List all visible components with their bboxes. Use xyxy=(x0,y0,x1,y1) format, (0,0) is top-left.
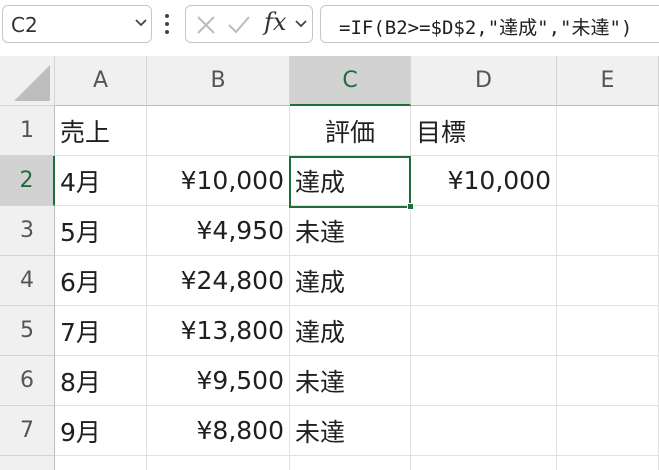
cell-b1[interactable] xyxy=(147,106,290,156)
fill-handle[interactable] xyxy=(407,203,414,210)
cell-e4[interactable] xyxy=(557,256,659,306)
row-header-2[interactable]: 2 xyxy=(0,156,55,206)
cell-a4[interactable]: 6月 xyxy=(55,256,147,306)
cell-a6[interactable]: 8月 xyxy=(55,356,147,406)
cell-e2[interactable] xyxy=(557,156,659,206)
name-box[interactable]: C2 xyxy=(2,5,152,43)
cell-a2[interactable]: 4月 xyxy=(55,156,147,206)
row-header-1[interactable]: 1 xyxy=(0,106,55,156)
column-header-e[interactable]: E xyxy=(557,56,659,106)
cell-c4[interactable]: 達成 xyxy=(290,256,411,306)
cell-d6[interactable] xyxy=(411,356,557,406)
cell-b3[interactable]: ¥4,950 xyxy=(147,206,290,256)
cell-e5[interactable] xyxy=(557,306,659,356)
enter-check-icon[interactable] xyxy=(227,15,251,35)
column-header-b[interactable]: B xyxy=(147,56,290,106)
row-header-5[interactable]: 5 xyxy=(0,306,55,356)
cell-d8[interactable] xyxy=(411,456,557,470)
cell-b8[interactable] xyxy=(147,456,290,470)
cell-d3[interactable] xyxy=(411,206,557,256)
cell-d7[interactable] xyxy=(411,406,557,456)
insert-function-icon[interactable]: fx xyxy=(264,8,286,36)
name-box-value: C2 xyxy=(11,13,38,37)
column-header-d[interactable]: D xyxy=(411,56,557,106)
cell-a7[interactable]: 9月 xyxy=(55,406,147,456)
formula-bar-area: C2 fx =IF(B2>=$D$2,"達成","未達") xyxy=(0,0,659,52)
row-header-7[interactable]: 7 xyxy=(0,406,55,456)
row-header-8[interactable] xyxy=(0,456,55,470)
spreadsheet-grid: A B C D E 1 2 3 4 5 6 7 売上 評価 目標 4月 ¥10,… xyxy=(0,56,659,470)
formula-text: =IF(B2>=$D$2,"達成","未達") xyxy=(339,17,633,39)
cell-e7[interactable] xyxy=(557,406,659,456)
cell-b2[interactable]: ¥10,000 xyxy=(147,156,290,206)
cell-c5[interactable]: 達成 xyxy=(290,306,411,356)
cell-b4[interactable]: ¥24,800 xyxy=(147,256,290,306)
cell-c2[interactable]: 達成 xyxy=(290,156,411,206)
cell-a1[interactable]: 売上 xyxy=(55,106,147,156)
cell-a5[interactable]: 7月 xyxy=(55,306,147,356)
column-header-a[interactable]: A xyxy=(55,56,147,106)
chevron-down-icon[interactable] xyxy=(134,18,148,28)
cell-a8[interactable] xyxy=(55,456,147,470)
chevron-down-icon[interactable] xyxy=(294,19,308,29)
cell-e1[interactable] xyxy=(557,106,659,156)
select-all-button[interactable] xyxy=(0,56,55,106)
cell-e6[interactable] xyxy=(557,356,659,406)
cell-e8[interactable] xyxy=(557,456,659,470)
row-header-4[interactable]: 4 xyxy=(0,256,55,306)
cell-b6[interactable]: ¥9,500 xyxy=(147,356,290,406)
cell-c7[interactable]: 未達 xyxy=(290,406,411,456)
cell-d4[interactable] xyxy=(411,256,557,306)
formula-actions: fx xyxy=(185,5,313,43)
cell-b5[interactable]: ¥13,800 xyxy=(147,306,290,356)
cell-c3[interactable]: 未達 xyxy=(290,206,411,256)
cell-b7[interactable]: ¥8,800 xyxy=(147,406,290,456)
cell-d1[interactable]: 目標 xyxy=(411,106,557,156)
cell-c1[interactable]: 評価 xyxy=(290,106,411,156)
row-header-3[interactable]: 3 xyxy=(0,206,55,256)
cell-e3[interactable] xyxy=(557,206,659,256)
cancel-icon[interactable] xyxy=(196,15,216,35)
column-header-c[interactable]: C xyxy=(290,56,411,106)
cell-d5[interactable] xyxy=(411,306,557,356)
cell-c6[interactable]: 未達 xyxy=(290,356,411,406)
more-options-icon[interactable] xyxy=(164,13,170,35)
row-header-6[interactable]: 6 xyxy=(0,356,55,406)
cell-a3[interactable]: 5月 xyxy=(55,206,147,256)
formula-input[interactable]: =IF(B2>=$D$2,"達成","未達") xyxy=(320,5,659,43)
cell-c8[interactable] xyxy=(290,456,411,470)
select-all-icon xyxy=(14,65,50,101)
cell-d2[interactable]: ¥10,000 xyxy=(411,156,557,206)
